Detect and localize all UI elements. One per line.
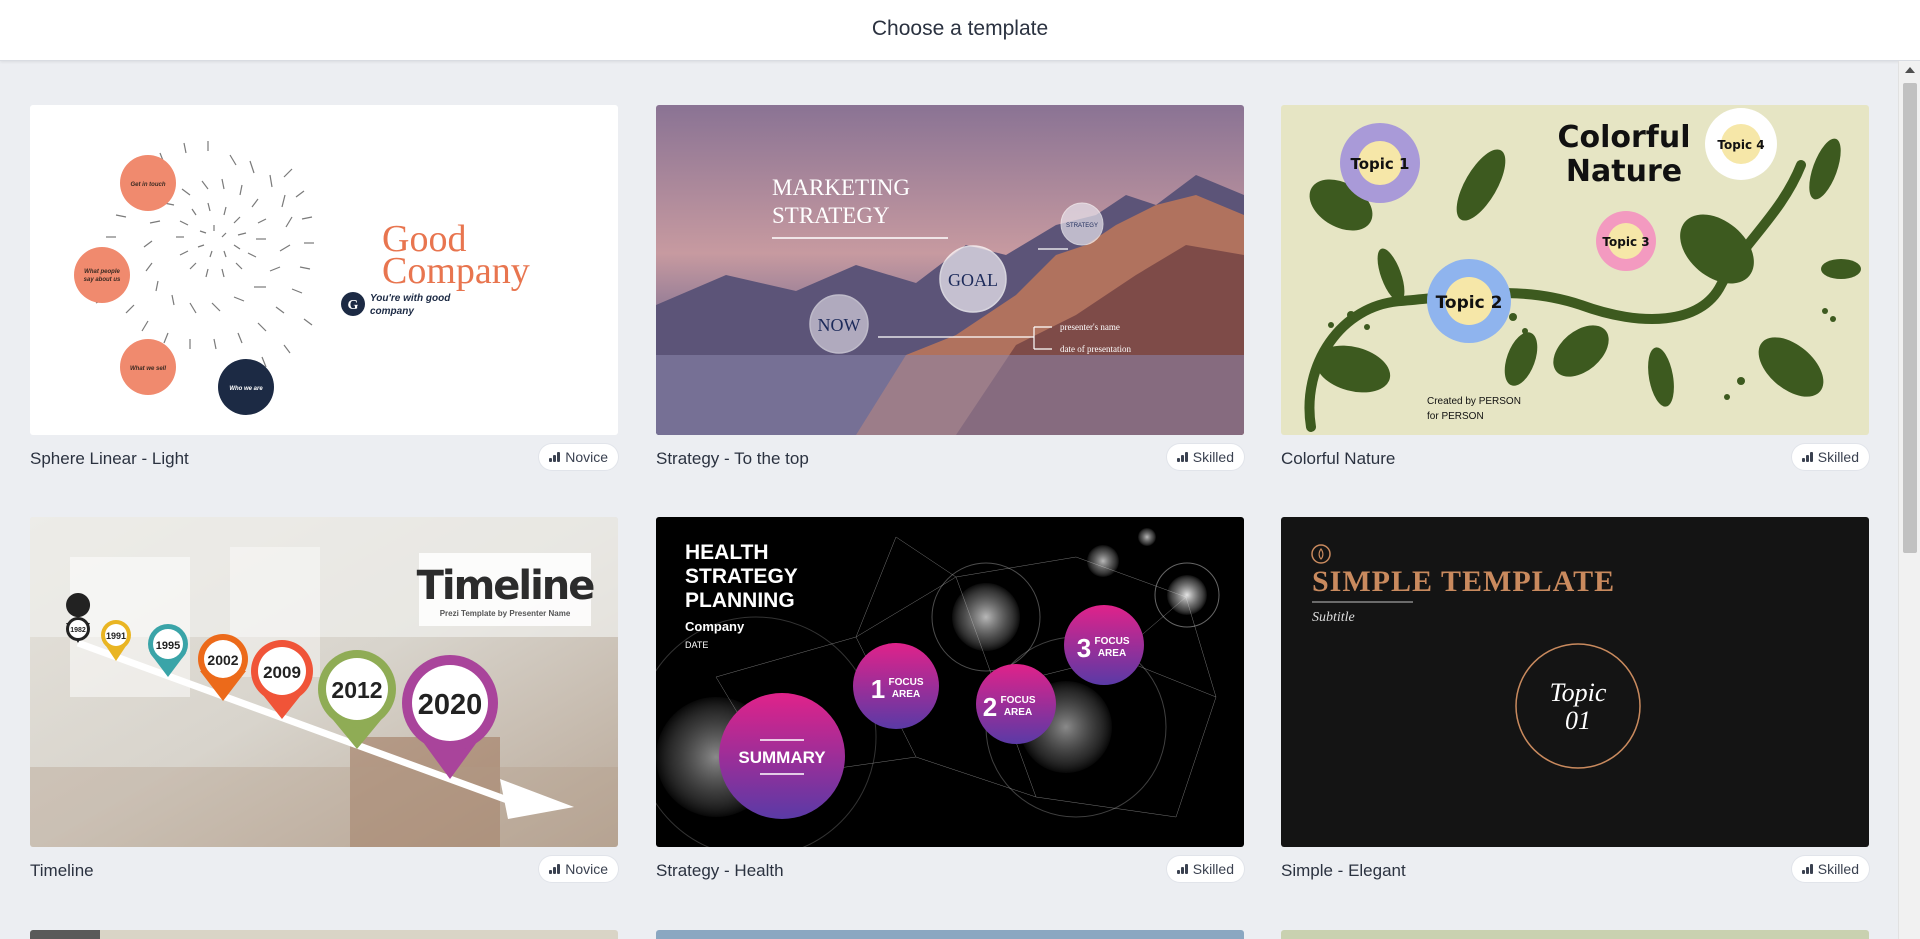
svg-text:01: 01 (1565, 706, 1591, 735)
svg-text:1995: 1995 (156, 640, 180, 652)
svg-text:1982: 1982 (70, 627, 86, 634)
svg-text:Company: Company (685, 619, 745, 634)
svg-text:1: 1 (871, 674, 885, 704)
template-name[interactable]: Sphere Linear - Light (30, 449, 189, 469)
signal-bars-icon (1801, 452, 1814, 462)
scrollbar-thumb[interactable] (1903, 83, 1917, 553)
svg-text:STRATEGY: STRATEGY (772, 203, 890, 228)
svg-text:2009: 2009 (263, 663, 301, 682)
svg-text:AREA: AREA (1004, 707, 1032, 718)
svg-text:SIMPLE TEMPLATE: SIMPLE TEMPLATE (1312, 565, 1615, 598)
svg-text:AREA: AREA (892, 689, 920, 700)
sphere-linear-thumbnail-art: Get in touch What people say about us Wh… (30, 105, 618, 435)
svg-text:PLANNING: PLANNING (685, 589, 795, 612)
svg-text:Get in touch: Get in touch (131, 182, 166, 188)
svg-text:2: 2 (983, 692, 997, 722)
signal-bars-icon (1176, 452, 1189, 462)
chevron-up-icon[interactable] (1905, 67, 1915, 73)
template-name[interactable]: Timeline (30, 861, 94, 881)
template-thumbnail[interactable]: MARKETING STRATEGY GOAL NOW STRATEGY pre… (656, 105, 1244, 435)
template-thumbnail[interactable]: Get in touch What people say about us Wh… (30, 105, 618, 435)
svg-text:Topic 4: Topic 4 (1717, 138, 1764, 152)
svg-text:FOCUS: FOCUS (1001, 695, 1036, 706)
svg-text:What we sell: What we sell (130, 366, 166, 372)
svg-text:Topic 1: Topic 1 (1351, 155, 1410, 173)
template-grid[interactable]: Get in touch What people say about us Wh… (0, 61, 1898, 939)
svg-text:What people: What people (84, 269, 120, 275)
signal-bars-icon (549, 864, 561, 874)
svg-text:FOCUS: FOCUS (889, 677, 924, 688)
svg-text:2002: 2002 (207, 652, 238, 668)
signal-bars-icon (1801, 864, 1814, 874)
svg-text:2012: 2012 (331, 677, 382, 703)
template-card-partial[interactable] (656, 930, 1244, 939)
svg-text:2020: 2020 (418, 689, 483, 721)
svg-text:date of presentation: date of presentation (1060, 344, 1131, 354)
svg-text:Colorful: Colorful (1557, 120, 1690, 155)
svg-text:3: 3 (1077, 633, 1091, 663)
svg-text:Topic 3: Topic 3 (1602, 235, 1649, 249)
svg-text:You're with good: You're with good (370, 293, 451, 304)
template-thumbnail[interactable]: SIMPLE TEMPLATE Subtitle Topic 01 (1281, 517, 1869, 847)
signal-bars-icon (549, 452, 561, 462)
svg-text:SUMMARY: SUMMARY (738, 748, 826, 767)
svg-text:1991: 1991 (106, 631, 126, 641)
svg-text:STRATEGY: STRATEGY (1066, 223, 1098, 229)
header-bar: Choose a template (0, 0, 1920, 61)
template-card-partial[interactable] (30, 930, 618, 939)
svg-text:Nature: Nature (1566, 154, 1682, 189)
template-name[interactable]: Simple - Elegant (1281, 861, 1406, 881)
svg-text:Prezi Template by Presenter Na: Prezi Template by Presenter Name (440, 609, 571, 618)
colorful-nature-thumbnail-art: Topic 1 Topic 2 Topic 3 Topic 4 Colorful… (1281, 105, 1869, 435)
svg-text:Created by PERSON: Created by PERSON (1427, 396, 1521, 407)
page-title: Choose a template (871, 17, 1049, 40)
template-card-partial[interactable] (1281, 930, 1869, 939)
timeline-thumbnail-art: Timeline Prezi Template by Presenter Nam… (30, 517, 618, 847)
level-badge: Novice (539, 444, 618, 470)
bubble-what-people-say (74, 247, 130, 303)
svg-text:AREA: AREA (1098, 648, 1126, 659)
svg-text:MARKETING: MARKETING (772, 175, 910, 200)
level-badge: Skilled (1166, 444, 1244, 470)
svg-text:FOCUS: FOCUS (1095, 636, 1130, 647)
thumb-title-company: Company (382, 250, 530, 292)
svg-text:company: company (370, 306, 414, 317)
svg-text:say about us: say about us (84, 277, 121, 283)
level-badge: Skilled (1791, 856, 1869, 882)
signal-bars-icon (1176, 864, 1189, 874)
svg-text:G: G (348, 298, 359, 313)
template-thumbnail[interactable]: Timeline Prezi Template by Presenter Nam… (30, 517, 618, 847)
template-thumbnail[interactable]: HEALTH STRATEGY PLANNING Company DATE SU… (656, 517, 1244, 847)
strategy-top-thumbnail-art: MARKETING STRATEGY GOAL NOW STRATEGY pre… (656, 105, 1244, 435)
svg-text:STRATEGY: STRATEGY (685, 565, 798, 588)
svg-text:Who we are: Who we are (229, 386, 263, 392)
level-badge: Skilled (1791, 444, 1869, 470)
template-name[interactable]: Strategy - Health (656, 861, 784, 881)
svg-text:Topic: Topic (1550, 678, 1607, 707)
svg-text:NOW: NOW (818, 315, 861, 335)
svg-text:Topic 2: Topic 2 (1436, 293, 1503, 313)
svg-text:HEALTH: HEALTH (685, 541, 769, 564)
level-badge: Novice (539, 856, 618, 882)
strategy-health-thumbnail-art: HEALTH STRATEGY PLANNING Company DATE SU… (656, 517, 1244, 847)
svg-text:for PERSON: for PERSON (1427, 411, 1484, 422)
svg-text:DATE: DATE (685, 640, 708, 650)
template-name[interactable]: Colorful Nature (1281, 449, 1395, 469)
simple-elegant-thumbnail-art: SIMPLE TEMPLATE Subtitle Topic 01 (1281, 517, 1869, 847)
svg-text:Subtitle: Subtitle (1312, 610, 1355, 625)
svg-text:Timeline: Timeline (417, 563, 595, 609)
svg-text:presenter's name: presenter's name (1060, 322, 1120, 332)
vertical-scrollbar[interactable] (1898, 61, 1920, 939)
level-badge: Skilled (1166, 856, 1244, 882)
template-name[interactable]: Strategy - To the top (656, 449, 809, 469)
svg-text:GOAL: GOAL (948, 270, 998, 290)
template-thumbnail[interactable]: Topic 1 Topic 2 Topic 3 Topic 4 Colorful… (1281, 105, 1869, 435)
